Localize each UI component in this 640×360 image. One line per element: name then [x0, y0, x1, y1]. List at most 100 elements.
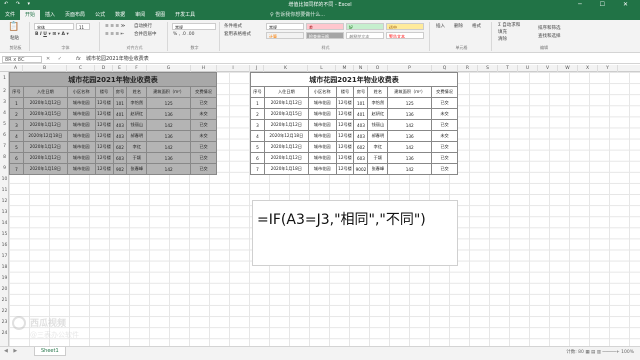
column-header-f[interactable]: F — [127, 65, 147, 72]
table-cell[interactable]: 2 — [250, 108, 265, 120]
table-header-cell[interactable]: 入住日期 — [22, 86, 68, 98]
table-cell[interactable]: 城市花园 — [66, 130, 96, 142]
table-cell[interactable]: 城市花园 — [307, 152, 337, 164]
table-cell[interactable]: 城市花园 — [66, 152, 96, 164]
right-data-table[interactable]: 城市花园2021年物业收费表 序号 入住日期 小区名称 楼号 房号 姓名 建筑面积（m²）交… — [250, 72, 458, 175]
style-neutral[interactable]: 适中 — [386, 23, 424, 30]
table-header-cell[interactable]: 房号 — [353, 86, 369, 98]
table-cell[interactable]: 李红 — [126, 141, 148, 153]
table-cell[interactable]: 城市花园 — [307, 97, 337, 109]
table-cell[interactable]: 403 — [353, 130, 369, 142]
table-cell[interactable]: 城市花园 — [66, 119, 96, 131]
table-cell[interactable]: 2020年1月18日 — [22, 163, 68, 175]
style-bad[interactable]: 差 — [306, 23, 344, 30]
table-cell[interactable]: 郝春明 — [126, 130, 148, 142]
style-warning[interactable]: 警告文本 — [386, 32, 424, 39]
table-cell[interactable]: 1 — [9, 97, 24, 109]
table-header-cell[interactable]: 小区名称 — [307, 86, 337, 98]
table-cell[interactable]: 未交 — [431, 130, 458, 142]
column-header-y[interactable]: Y — [598, 65, 618, 72]
table-header-cell[interactable]: 楼号 — [94, 86, 114, 98]
row-header-19[interactable]: 19 — [0, 273, 9, 284]
table-cell[interactable]: 已交 — [431, 152, 458, 164]
row-header-5[interactable]: 5 — [0, 119, 9, 130]
table-cell[interactable]: 136 — [146, 108, 192, 120]
row-header-11[interactable]: 11 — [0, 185, 9, 196]
row-header-23[interactable]: 23 — [0, 317, 9, 328]
row-header-22[interactable]: 22 — [0, 306, 9, 317]
table-cell[interactable]: 142 — [387, 141, 433, 153]
font-size-select[interactable]: 11 — [76, 23, 90, 30]
table-cell[interactable]: 401 — [112, 108, 128, 120]
table-header-cell[interactable]: 小区名称 — [66, 86, 96, 98]
status-right-info[interactable]: 计数: 80 ▦ ▤ ▥ ─────+ 100% — [566, 349, 634, 355]
sheet-tab-sheet1[interactable]: Sheet1 — [34, 347, 66, 356]
table-cell[interactable]: 12号楼 — [335, 97, 355, 109]
align-icons[interactable]: ≡ ≡ ≡ ≫ — [105, 24, 125, 30]
table-row[interactable]: 6 2020年1月12日 城市花园 12号楼 603 于颖 136 已交 — [9, 152, 217, 164]
format-as-table-button[interactable]: 套用表格格式 — [224, 32, 251, 38]
table-cell[interactable]: 2020年3月15日 — [22, 108, 68, 120]
paste-button[interactable]: 粘贴 — [10, 36, 19, 42]
tab-developer[interactable]: 开发工具 — [170, 10, 200, 20]
table-cell[interactable]: 钱丽山 — [367, 119, 389, 131]
table-cell[interactable]: 142 — [146, 141, 192, 153]
table-cell[interactable]: 城市花园 — [66, 97, 96, 109]
column-header-b[interactable]: B — [23, 65, 67, 72]
row-header-4[interactable]: 4 — [0, 108, 9, 119]
table-cell[interactable]: 已交 — [431, 119, 458, 131]
table-cell[interactable]: 城市花园 — [307, 130, 337, 142]
table-cell[interactable]: 12号楼 — [94, 97, 114, 109]
align-icons-2[interactable]: ≡ ≡ ≡ ⇤ — [105, 32, 124, 38]
name-box[interactable]: 8R x 8C — [2, 56, 42, 63]
table-cell[interactable]: 403 — [112, 119, 128, 131]
table-cell[interactable]: 4 — [250, 130, 265, 142]
table-cell[interactable]: 12号楼 — [335, 163, 355, 175]
table-cell[interactable]: 于颖 — [367, 152, 389, 164]
paste-icon[interactable]: 📋 — [8, 23, 19, 32]
column-header-x[interactable]: X — [578, 65, 598, 72]
table-cell[interactable]: 2020年1月12日 — [263, 152, 309, 164]
table-cell[interactable]: 2020年3月15日 — [263, 108, 309, 120]
clear-button[interactable]: 清除 — [498, 37, 507, 43]
table-cell[interactable]: 3 — [250, 119, 265, 131]
row-header-8[interactable]: 8 — [0, 152, 9, 163]
table-row[interactable]: 6 2020年1月12日 城市花园 12号楼 603 于颖 136 已交 — [250, 152, 458, 164]
sort-filter-button[interactable]: 排序和筛选 — [538, 26, 561, 32]
table-cell[interactable]: 101 — [112, 97, 128, 109]
table-cell[interactable]: 12号楼 — [94, 119, 114, 131]
column-header-d[interactable]: D — [95, 65, 113, 72]
table-header-cell[interactable]: 姓名 — [126, 86, 148, 98]
sheet-nav-arrows[interactable]: ◀ ▶ — [4, 348, 19, 354]
table-cell[interactable]: 城市花园 — [66, 141, 96, 153]
style-normal[interactable]: 常规 — [266, 23, 304, 30]
table-cell[interactable]: 已交 — [190, 141, 217, 153]
table-cell[interactable]: 136 — [387, 130, 433, 142]
formula-input[interactable]: 城市花园2021年物业收费表 — [86, 56, 149, 63]
column-header-k[interactable]: K — [264, 65, 308, 72]
table-cell[interactable]: 城市花园 — [307, 163, 337, 175]
table-header-cell[interactable]: 序号 — [250, 86, 265, 98]
right-table-title[interactable]: 城市花园2021年物业收费表 — [250, 72, 458, 87]
row-header-1[interactable]: 1 — [0, 72, 9, 86]
table-cell[interactable]: 2020年1月12日 — [22, 119, 68, 131]
table-cell[interactable]: 6 — [250, 152, 265, 164]
table-cell[interactable]: 已交 — [431, 163, 458, 175]
style-calculation[interactable]: 计算 — [266, 32, 304, 39]
row-header-20[interactable]: 20 — [0, 284, 9, 295]
bold-button[interactable]: B I U ▾ ⊞ ▾ A ▾ — [35, 32, 69, 38]
table-cell[interactable]: 12号楼 — [94, 141, 114, 153]
column-header-l[interactable]: L — [308, 65, 336, 72]
table-cell[interactable]: 403 — [112, 130, 128, 142]
autosum-button[interactable]: Σ 自动求和 — [498, 23, 520, 29]
table-cell[interactable]: 2020年1月12日 — [22, 152, 68, 164]
table-row[interactable]: 5 2020年1月12日 城市花园 12号楼 602 李红 142 已交 — [9, 141, 217, 153]
formula-cancel-confirm-icons[interactable]: ✕ ✓ — [46, 56, 65, 62]
number-format-select[interactable]: 常规 — [172, 23, 216, 30]
table-cell[interactable]: 已交 — [190, 97, 217, 109]
table-cell[interactable]: 钱丽山 — [126, 119, 148, 131]
table-row[interactable]: 5 2020年1月12日 城市花园 12号楼 602 李红 142 已交 — [250, 141, 458, 153]
table-cell[interactable]: 125 — [387, 97, 433, 109]
table-cell[interactable]: 2020年1月12日 — [22, 97, 68, 109]
table-cell[interactable]: 城市花园 — [307, 119, 337, 131]
